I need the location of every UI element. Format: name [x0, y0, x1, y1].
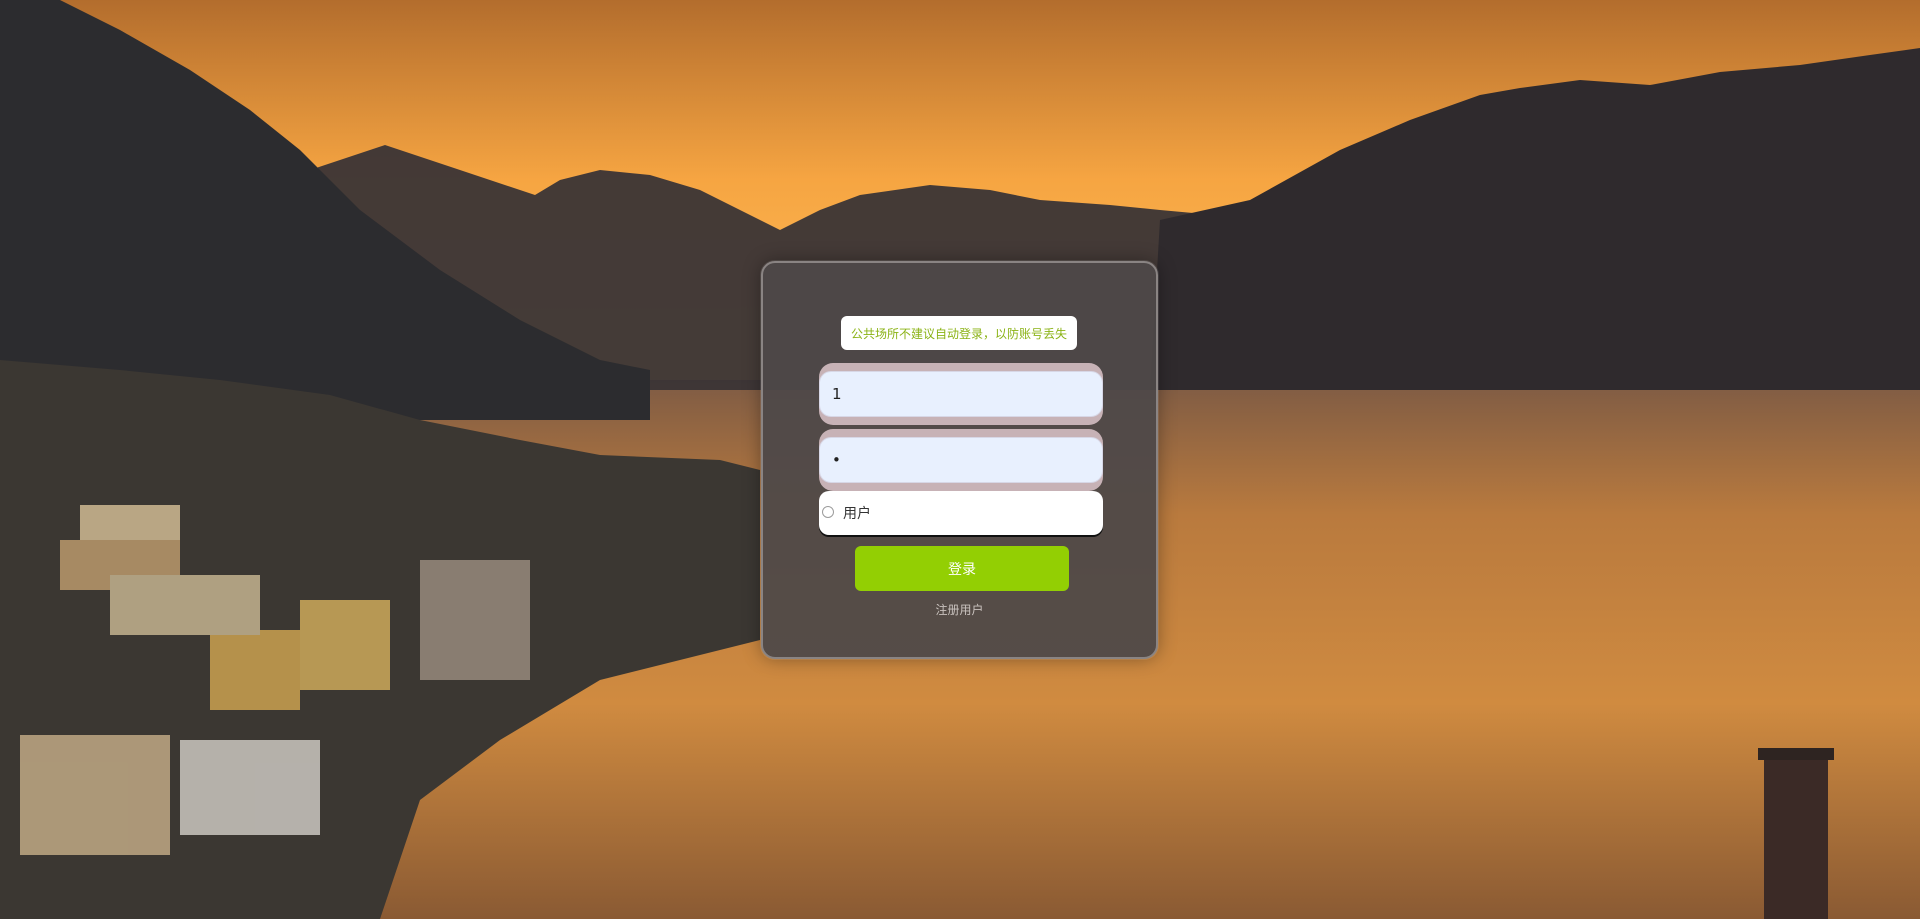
- login-panel: 公共场所不建议自动登录，以防账号丢失 用户 登录 注册用户: [761, 261, 1158, 659]
- role-option-user[interactable]: 用户: [843, 503, 871, 523]
- password-input[interactable]: [830, 450, 1102, 470]
- username-field[interactable]: [819, 371, 1103, 417]
- login-button[interactable]: 登录: [855, 546, 1069, 591]
- register-link[interactable]: 注册用户: [763, 601, 1156, 618]
- password-field[interactable]: [819, 437, 1103, 483]
- role-radio-icon[interactable]: [822, 506, 834, 518]
- username-input[interactable]: [830, 384, 1102, 404]
- password-field-wrapper: [819, 429, 1103, 491]
- auto-login-warning: 公共场所不建议自动登录，以防账号丢失: [841, 316, 1077, 350]
- username-field-wrapper: [819, 363, 1103, 425]
- role-selector[interactable]: 用户: [819, 491, 1103, 535]
